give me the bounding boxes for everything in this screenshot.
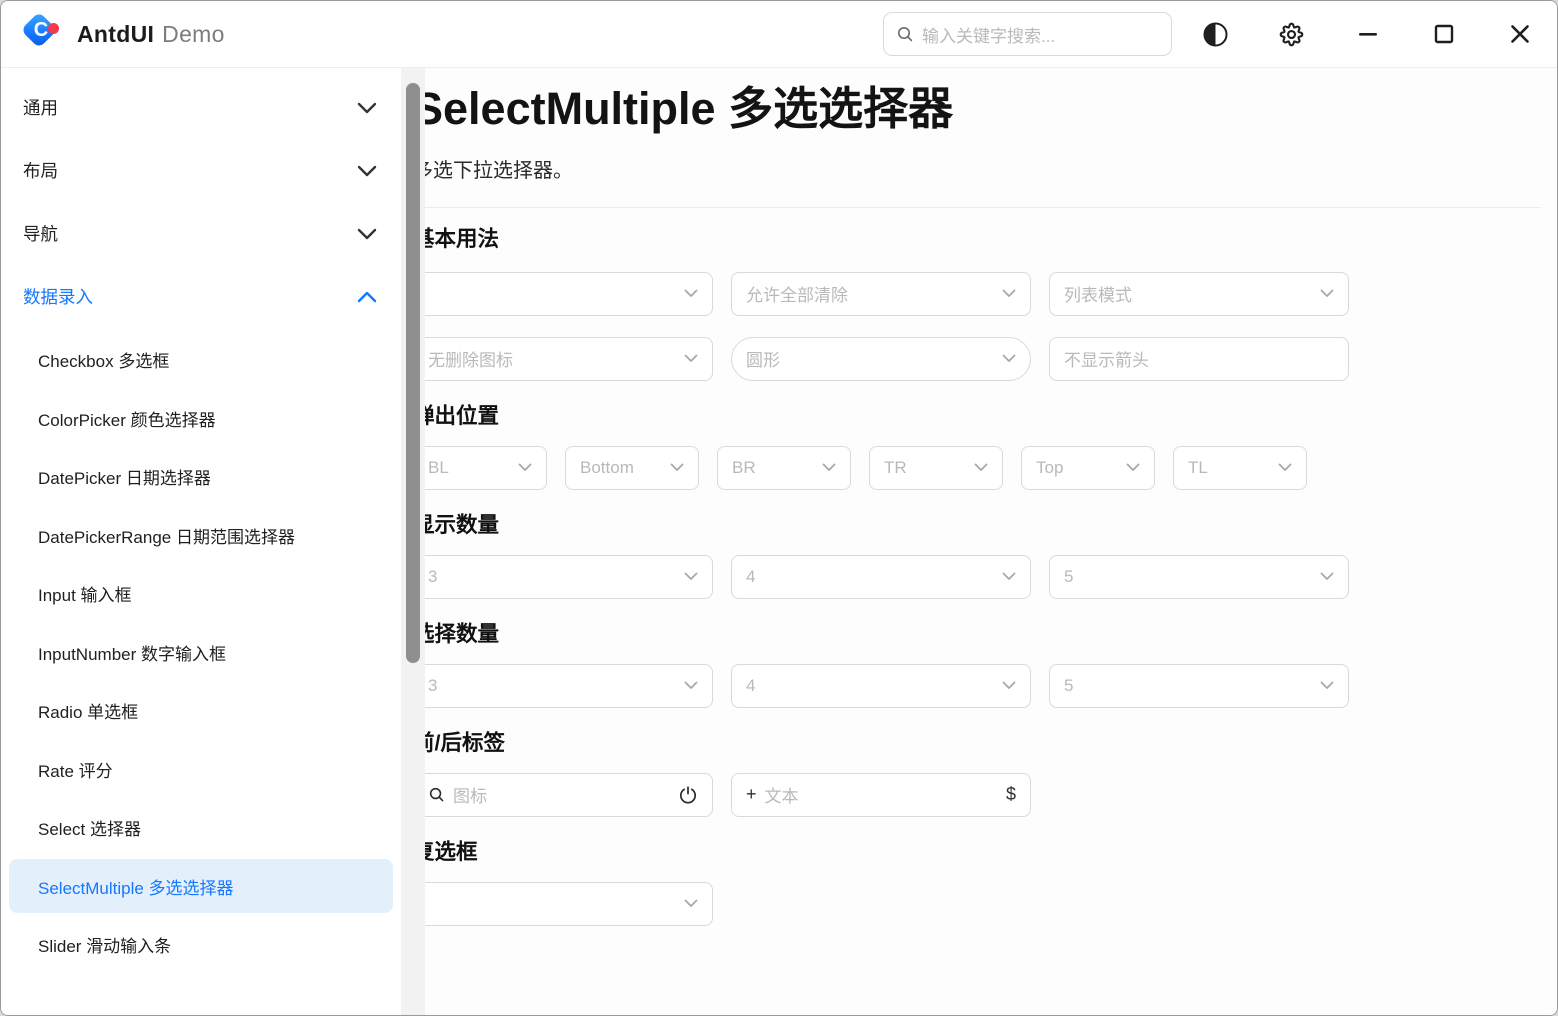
select-basic[interactable]: [413, 272, 713, 316]
select-popup-tr[interactable]: TR: [869, 446, 1003, 490]
power-icon: [678, 785, 698, 805]
chevron-down-icon: [357, 165, 377, 177]
select-popup-bottom[interactable]: Bottom: [565, 446, 699, 490]
titlebar-buttons: [1202, 21, 1535, 48]
select-placeholder: 圆形: [746, 346, 994, 371]
select-text-affix[interactable]: + 文本 $: [731, 773, 1031, 817]
select-popup-bl[interactable]: BL: [413, 446, 547, 490]
select-round[interactable]: 圆形: [731, 337, 1031, 381]
select-count-4[interactable]: 4: [731, 664, 1031, 708]
chevron-up-icon: [357, 291, 377, 303]
select-display-3[interactable]: 3: [413, 555, 713, 599]
chevron-down-icon: [670, 463, 684, 472]
select-checkbox-mode[interactable]: [413, 882, 713, 926]
suffix-label: $: [1006, 784, 1016, 805]
section-title-select-count: 选择数量: [413, 620, 1541, 649]
select-no-delete-icon[interactable]: 无删除图标: [413, 337, 713, 381]
select-placeholder: 允许全部清除: [746, 281, 994, 306]
sidebar-item-colorpicker[interactable]: ColorPicker 颜色选择器: [9, 391, 393, 445]
chevron-down-icon: [684, 681, 698, 690]
select-placeholder: 不显示箭头: [1064, 346, 1334, 371]
maximize-icon[interactable]: [1430, 21, 1457, 48]
minimize-icon[interactable]: [1354, 21, 1381, 48]
chevron-down-icon: [1320, 572, 1334, 581]
chevron-down-icon: [684, 899, 698, 908]
chevron-down-icon: [974, 463, 988, 472]
sidebar-item-select[interactable]: Select 选择器: [9, 801, 393, 855]
select-list-mode[interactable]: 列表模式: [1049, 272, 1349, 316]
page-subtitle: 多选下拉选择器。: [413, 154, 1541, 183]
sidebar-group-general[interactable]: 通用: [1, 76, 401, 139]
chevron-down-icon: [518, 463, 532, 472]
logo-dot: [48, 23, 59, 34]
select-placeholder: 图标: [453, 782, 670, 807]
search-icon: [428, 786, 445, 803]
select-display-4[interactable]: 4: [731, 555, 1031, 599]
chevron-down-icon: [684, 572, 698, 581]
page-title: SelectMultiple 多选选择器: [413, 80, 1541, 139]
select-popup-tl[interactable]: TL: [1173, 446, 1307, 490]
app-window: C AntdUI Demo 输入关键字搜索...: [0, 0, 1558, 1016]
select-count-5[interactable]: 5: [1049, 664, 1349, 708]
search-placeholder: 输入关键字搜索...: [922, 22, 1055, 47]
theme-contrast-icon[interactable]: [1202, 21, 1229, 48]
chevron-down-icon: [684, 289, 698, 298]
sidebar-item-slider[interactable]: Slider 滑动输入条: [9, 918, 393, 972]
select-placeholder: 无删除图标: [428, 346, 676, 371]
select-clear-all[interactable]: 允许全部清除: [731, 272, 1031, 316]
sidebar-item-checkbox[interactable]: Checkbox 多选框: [9, 333, 393, 387]
app-name: AntdUI: [77, 21, 154, 47]
select-popup-br[interactable]: BR: [717, 446, 851, 490]
chevron-down-icon: [1002, 572, 1016, 581]
close-icon[interactable]: [1506, 21, 1533, 48]
select-placeholder: 列表模式: [1064, 281, 1312, 306]
main-content: SelectMultiple 多选选择器 多选下拉选择器。 基本用法 允许全部清…: [401, 68, 1557, 1016]
app-title: AntdUI Demo: [77, 21, 225, 48]
chevron-down-icon: [1278, 463, 1292, 472]
select-count-3[interactable]: 3: [413, 664, 713, 708]
sidebar-group-layout[interactable]: 布局: [1, 139, 401, 202]
sidebar-item-datepickerrange[interactable]: DatePickerRange 日期范围选择器: [9, 508, 393, 562]
select-popup-top[interactable]: Top: [1021, 446, 1155, 490]
section-title-checkbox: 复选框: [413, 838, 1541, 867]
chevron-down-icon: [1320, 289, 1334, 298]
select-no-arrow[interactable]: 不显示箭头: [1049, 337, 1349, 381]
sidebar-group-data-entry[interactable]: 数据录入: [1, 265, 401, 328]
chevron-down-icon: [1002, 289, 1016, 298]
gear-icon[interactable]: [1278, 21, 1305, 48]
select-placeholder: 文本: [765, 782, 998, 807]
chevron-down-icon: [822, 463, 836, 472]
chevron-down-icon: [1320, 681, 1334, 690]
scrollbar-thumb[interactable]: [406, 83, 420, 663]
sidebar-item-selectmultiple[interactable]: SelectMultiple 多选选择器: [9, 859, 393, 913]
sidebar-group-navigation[interactable]: 导航: [1, 202, 401, 265]
sidebar-item-datepicker[interactable]: DatePicker 日期选择器: [9, 450, 393, 504]
sidebar-item-input[interactable]: Input 输入框: [9, 567, 393, 621]
sidebar-item-inputnumber[interactable]: InputNumber 数字输入框: [9, 625, 393, 679]
section-title-display-count: 显示数量: [413, 511, 1541, 540]
titlebar: C AntdUI Demo 输入关键字搜索...: [1, 1, 1557, 68]
sidebar-item-rate[interactable]: Rate 评分: [9, 742, 393, 796]
search-icon: [896, 25, 914, 43]
chevron-down-icon: [1126, 463, 1140, 472]
chevron-down-icon: [1002, 681, 1016, 690]
app-logo-icon: C: [23, 14, 63, 54]
chevron-down-icon: [1002, 354, 1016, 363]
select-display-5[interactable]: 5: [1049, 555, 1349, 599]
section-title-popup: 弹出位置: [413, 402, 1541, 431]
select-icon-affix[interactable]: 图标: [413, 773, 713, 817]
search-input[interactable]: 输入关键字搜索...: [883, 12, 1172, 56]
chevron-down-icon: [357, 228, 377, 240]
sidebar: 通用 布局 导航 数据录入 Checkbox 多选框 ColorPicker 颜…: [1, 68, 401, 1016]
app-name-suffix: Demo: [162, 21, 225, 47]
chevron-down-icon: [357, 102, 377, 114]
section-title-affix: 前/后标签: [413, 729, 1541, 758]
divider: [413, 207, 1541, 208]
sidebar-scrollbar[interactable]: [401, 68, 425, 1016]
prefix-label: +: [746, 784, 757, 805]
chevron-down-icon: [684, 354, 698, 363]
sidebar-item-radio[interactable]: Radio 单选框: [9, 684, 393, 738]
section-title-basic: 基本用法: [413, 225, 1541, 254]
